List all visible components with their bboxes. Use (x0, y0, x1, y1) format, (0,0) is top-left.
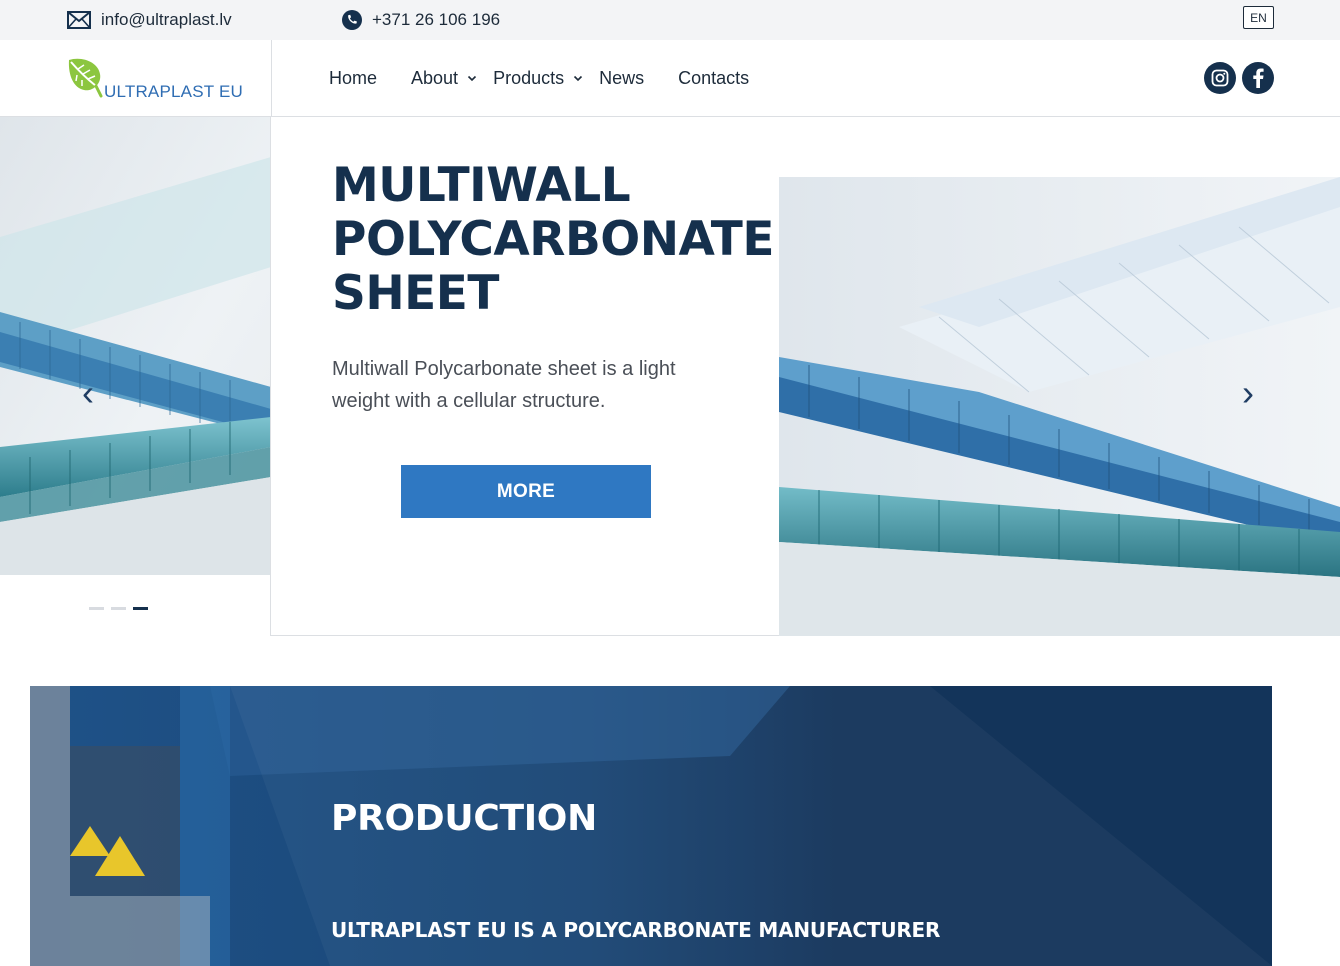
nav-news[interactable]: News (599, 68, 644, 89)
nav-home[interactable]: Home (329, 68, 377, 89)
nav-contacts-label: Contacts (678, 68, 750, 88)
hero-title: MULTIWALL POLYCARBONATE SHEET (332, 158, 774, 321)
more-button[interactable]: MORE (401, 465, 651, 518)
nav-products[interactable]: Products (493, 68, 583, 89)
hero-title-line: MULTIWALL (332, 158, 631, 213)
email-text: info@ultraplast.lv (101, 10, 232, 29)
slider-dot[interactable] (133, 607, 148, 610)
production-banner: PRODUCTION ULTRAPLAST EU IS A POLYCARBON… (30, 686, 1272, 966)
top-bar: info@ultraplast.lv +371 26 106 196 EN (0, 0, 1340, 40)
nav-home-label: Home (329, 68, 378, 88)
hero-title-line: POLYCARBONATE (332, 212, 774, 267)
logo[interactable]: ULTRAPLAST EU (66, 56, 246, 104)
production-subtitle: ULTRAPLAST EU IS A POLYCARBONATE MANUFAC… (331, 918, 941, 942)
instagram-icon[interactable] (1204, 62, 1236, 94)
hero-description: Multiwall Polycarbonate sheet is a light… (332, 358, 676, 412)
slider-control-panel (0, 575, 271, 636)
nav-products-label: Products (493, 68, 565, 88)
hero-slider: MULTIWALL POLYCARBONATE SHEET Multiwall … (0, 117, 1340, 636)
chevron-down-icon (467, 75, 477, 82)
envelope-icon (67, 11, 91, 29)
main-nav: Home About Products News Contacts (329, 40, 783, 117)
nav-about-label: About (411, 68, 459, 88)
current-slide-image (779, 177, 1340, 636)
hero-divider (270, 117, 271, 636)
nav-about[interactable]: About (411, 68, 477, 89)
slider-dot[interactable] (111, 607, 126, 610)
facebook-icon[interactable] (1242, 62, 1274, 94)
nav-news-label: News (599, 68, 645, 88)
nav-contacts[interactable]: Contacts (678, 68, 749, 89)
chevron-down-icon (573, 75, 583, 82)
slider-prev-arrow-icon[interactable]: ‹ (82, 375, 94, 411)
language-selector[interactable]: EN (1243, 6, 1274, 29)
slider-dots (89, 607, 155, 610)
logo-text: ULTRAPLAST EU (104, 82, 243, 101)
hero-title-line: SHEET (332, 266, 499, 321)
leaf-logo-icon (66, 56, 106, 103)
phone-contact[interactable]: +371 26 106 196 (342, 0, 500, 40)
email-contact[interactable]: info@ultraplast.lv (67, 0, 232, 40)
site-header: ULTRAPLAST EU Home About Products News C… (0, 40, 1340, 117)
slider-dot[interactable] (89, 607, 104, 610)
previous-slide-image (0, 117, 271, 575)
header-divider (271, 40, 272, 117)
production-title: PRODUCTION (331, 798, 597, 839)
slider-next-arrow-icon[interactable]: › (1242, 375, 1254, 411)
phone-text: +371 26 106 196 (372, 10, 501, 29)
phone-icon (342, 10, 362, 30)
